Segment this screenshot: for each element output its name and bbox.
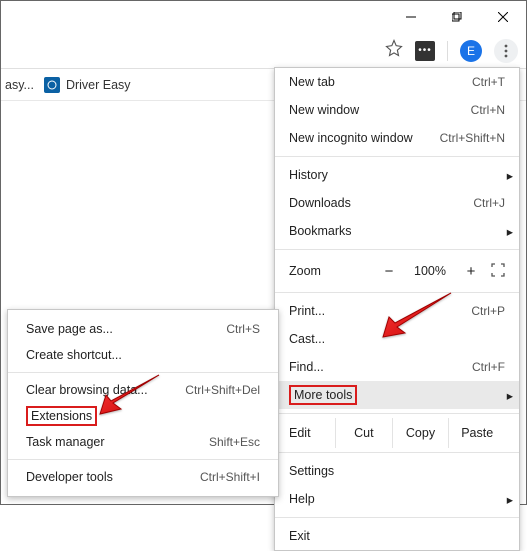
menu-label: Help bbox=[289, 492, 505, 506]
menu-separator bbox=[275, 517, 519, 518]
menu-shortcut: Ctrl+F bbox=[472, 360, 505, 374]
zoom-in-button[interactable]: + bbox=[461, 263, 481, 280]
menu-separator bbox=[275, 249, 519, 250]
menu-label: Developer tools bbox=[26, 470, 200, 484]
browser-toolbar: ••• E bbox=[1, 33, 526, 69]
bookmark-item[interactable]: asy... bbox=[5, 78, 34, 92]
menu-label: Cast... bbox=[289, 332, 505, 346]
menu-shortcut: Ctrl+Shift+N bbox=[440, 131, 505, 145]
more-tools-submenu: Save page as... Ctrl+S Create shortcut..… bbox=[7, 309, 279, 497]
bookmark-star-icon[interactable] bbox=[385, 39, 403, 62]
menu-history[interactable]: History ▸ bbox=[275, 161, 519, 189]
zoom-out-button[interactable]: − bbox=[379, 263, 399, 280]
chevron-right-icon: ▸ bbox=[507, 388, 513, 403]
menu-label: Clear browsing data... bbox=[26, 383, 185, 397]
menu-zoom: Zoom − 100% + bbox=[275, 254, 519, 288]
submenu-create-shortcut[interactable]: Create shortcut... bbox=[8, 342, 278, 368]
menu-label: Edit bbox=[289, 426, 335, 440]
edit-paste-button[interactable]: Paste bbox=[448, 418, 505, 448]
menu-shortcut: Ctrl+Shift+I bbox=[200, 470, 260, 484]
menu-cast[interactable]: Cast... bbox=[275, 325, 519, 353]
zoom-percentage: 100% bbox=[409, 264, 451, 278]
menu-kebab-icon[interactable] bbox=[494, 39, 518, 63]
window-titlebar bbox=[1, 1, 526, 33]
menu-bookmarks[interactable]: Bookmarks ▸ bbox=[275, 217, 519, 245]
submenu-developer-tools[interactable]: Developer tools Ctrl+Shift+I bbox=[8, 464, 278, 490]
menu-new-window[interactable]: New window Ctrl+N bbox=[275, 96, 519, 124]
menu-label: New window bbox=[289, 103, 471, 117]
menu-label: History bbox=[289, 168, 505, 182]
menu-separator bbox=[275, 452, 519, 453]
menu-shortcut: Ctrl+P bbox=[471, 304, 505, 318]
menu-separator bbox=[8, 459, 278, 460]
menu-separator bbox=[8, 372, 278, 373]
maximize-button[interactable] bbox=[434, 1, 480, 33]
menu-separator bbox=[275, 156, 519, 157]
menu-shortcut: Shift+Esc bbox=[209, 435, 260, 449]
menu-downloads[interactable]: Downloads Ctrl+J bbox=[275, 189, 519, 217]
menu-label: Exit bbox=[289, 529, 505, 543]
menu-shortcut: Ctrl+Shift+Del bbox=[185, 383, 260, 397]
menu-label: Find... bbox=[289, 360, 472, 374]
edit-cut-button[interactable]: Cut bbox=[335, 418, 392, 448]
chevron-right-icon: ▸ bbox=[507, 224, 513, 239]
menu-label: Settings bbox=[289, 464, 505, 478]
menu-find[interactable]: Find... Ctrl+F bbox=[275, 353, 519, 381]
menu-label: New tab bbox=[289, 75, 472, 89]
menu-label: Task manager bbox=[26, 435, 209, 449]
menu-shortcut: Ctrl+S bbox=[226, 322, 260, 336]
menu-shortcut: Ctrl+J bbox=[473, 196, 505, 210]
menu-label: Extensions bbox=[26, 409, 260, 423]
extension-badge[interactable]: ••• bbox=[415, 41, 435, 61]
minimize-button[interactable] bbox=[388, 1, 434, 33]
bookmark-item[interactable]: Driver Easy bbox=[44, 77, 131, 93]
menu-label: New incognito window bbox=[289, 131, 440, 145]
menu-more-tools[interactable]: More tools ▸ bbox=[275, 381, 519, 409]
edit-copy-button[interactable]: Copy bbox=[392, 418, 449, 448]
menu-label: Save page as... bbox=[26, 322, 226, 336]
menu-settings[interactable]: Settings bbox=[275, 457, 519, 485]
menu-separator bbox=[275, 413, 519, 414]
menu-edit: Edit Cut Copy Paste bbox=[275, 418, 519, 448]
bookmark-favicon-icon bbox=[44, 77, 60, 93]
menu-label: Downloads bbox=[289, 196, 473, 210]
submenu-task-manager[interactable]: Task manager Shift+Esc bbox=[8, 429, 278, 455]
menu-new-incognito[interactable]: New incognito window Ctrl+Shift+N bbox=[275, 124, 519, 152]
chrome-main-menu: New tab Ctrl+T New window Ctrl+N New inc… bbox=[274, 67, 520, 551]
menu-label: Print... bbox=[289, 304, 471, 318]
menu-shortcut: Ctrl+T bbox=[472, 75, 505, 89]
menu-print[interactable]: Print... Ctrl+P bbox=[275, 297, 519, 325]
menu-label: Create shortcut... bbox=[26, 348, 260, 362]
submenu-clear-browsing[interactable]: Clear browsing data... Ctrl+Shift+Del bbox=[8, 377, 278, 403]
menu-exit[interactable]: Exit bbox=[275, 522, 519, 550]
bookmark-label: Driver Easy bbox=[66, 78, 131, 92]
menu-label: Zoom bbox=[289, 264, 369, 278]
submenu-save-page[interactable]: Save page as... Ctrl+S bbox=[8, 316, 278, 342]
close-button[interactable] bbox=[480, 1, 526, 33]
menu-shortcut: Ctrl+N bbox=[471, 103, 505, 117]
submenu-extensions[interactable]: Extensions bbox=[8, 403, 278, 429]
menu-help[interactable]: Help ▸ bbox=[275, 485, 519, 513]
profile-avatar[interactable]: E bbox=[460, 40, 482, 62]
menu-new-tab[interactable]: New tab Ctrl+T bbox=[275, 68, 519, 96]
chevron-right-icon: ▸ bbox=[507, 168, 513, 183]
menu-label: Bookmarks bbox=[289, 224, 505, 238]
toolbar-divider bbox=[447, 41, 448, 61]
bookmark-label: asy... bbox=[5, 78, 34, 92]
menu-separator bbox=[275, 292, 519, 293]
chevron-right-icon: ▸ bbox=[507, 492, 513, 507]
menu-label: More tools bbox=[289, 388, 505, 402]
fullscreen-icon[interactable] bbox=[491, 263, 505, 280]
